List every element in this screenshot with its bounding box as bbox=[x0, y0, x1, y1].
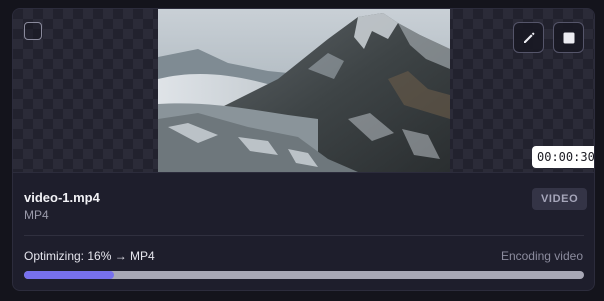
type-badge: VIDEO bbox=[532, 188, 588, 210]
progress-status: Encoding video bbox=[500, 249, 583, 263]
progress-label: Optimizing: 16% → MP4 bbox=[24, 249, 155, 263]
duration-label: 00:00:30 bbox=[532, 146, 594, 168]
progress-bar bbox=[24, 271, 584, 279]
pencil-icon bbox=[523, 32, 534, 43]
divider bbox=[24, 235, 584, 236]
video-card: 00:00:30 video-1.mp4 MP4 VIDEO Optimizin… bbox=[12, 8, 595, 291]
select-checkbox[interactable] bbox=[24, 22, 42, 40]
file-format: MP4 bbox=[24, 208, 49, 222]
file-name: video-1.mp4 bbox=[24, 190, 100, 205]
video-thumbnail bbox=[158, 9, 450, 172]
edit-button[interactable] bbox=[513, 22, 544, 53]
progress-fill bbox=[24, 271, 114, 279]
stop-button[interactable] bbox=[553, 22, 584, 53]
stop-icon bbox=[563, 32, 574, 43]
video-preview: 00:00:30 bbox=[13, 9, 594, 173]
